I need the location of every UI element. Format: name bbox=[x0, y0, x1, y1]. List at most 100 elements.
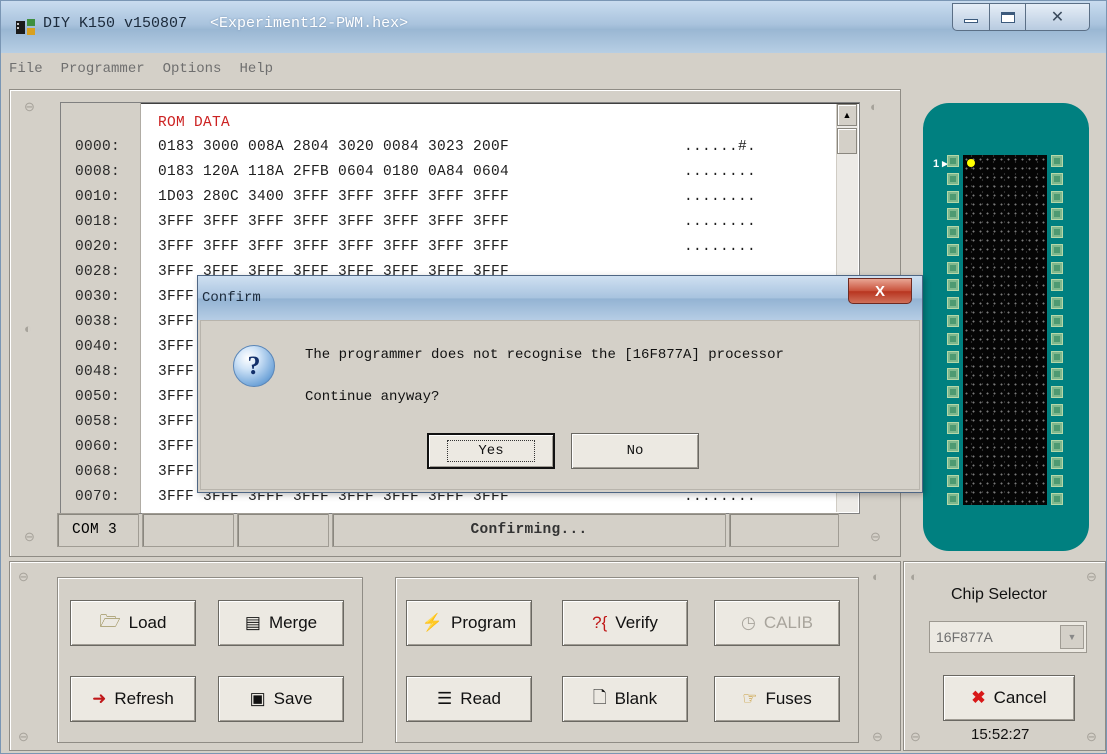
chip-pin bbox=[1051, 315, 1063, 328]
pin-icon: ◐ bbox=[24, 321, 32, 336]
chip-pin bbox=[1051, 243, 1063, 256]
fuses-button[interactable]: ☞ Fuses bbox=[714, 676, 840, 722]
window-title: DIY K150 v150807 <Experiment12-PWM.hex> bbox=[43, 15, 408, 32]
pin-icon: ⊖ bbox=[1086, 569, 1097, 584]
menu-bar: File Programmer Options Help bbox=[1, 53, 1106, 85]
pin1-number: 1 bbox=[933, 158, 940, 170]
dialog-title-bar[interactable]: Confirm X bbox=[198, 276, 922, 320]
address-label: 0058: bbox=[75, 414, 121, 430]
port-label: COM 3 bbox=[72, 522, 118, 538]
chip-pin bbox=[947, 332, 959, 345]
blank-button[interactable]: 🗋 Blank bbox=[562, 676, 688, 722]
chip-body bbox=[963, 155, 1047, 505]
refresh-button[interactable]: ➜ Refresh bbox=[70, 676, 196, 722]
hex-row: 3FFF bbox=[158, 289, 195, 305]
minimize-button[interactable] bbox=[952, 3, 990, 31]
chip-pin bbox=[947, 386, 959, 399]
pin-icon: ⊖ bbox=[910, 729, 921, 744]
cancel-button[interactable]: ✖ Cancel bbox=[943, 675, 1075, 721]
maximize-icon bbox=[1000, 11, 1015, 23]
pin-icon: ⊖ bbox=[872, 729, 883, 744]
pin-icon: ◐ bbox=[910, 569, 918, 584]
program-label: Program bbox=[450, 613, 517, 632]
no-button[interactable]: No bbox=[571, 433, 699, 469]
status-bar: COM 3 Confirming... bbox=[57, 513, 857, 549]
menu-help[interactable]: Help bbox=[239, 61, 273, 77]
programmer-button-group: ⚡ Program ?{ Verify ◷ CALIB ☰ Read 🗋 Blank ☞ F… bbox=[395, 577, 859, 743]
address-label: 0068: bbox=[75, 464, 121, 480]
hex-row: 0183 120A 118A 2FFB 0604 0180 0A84 0604 bbox=[158, 164, 510, 180]
program-button[interactable]: ⚡ Program bbox=[406, 600, 532, 646]
chip-selector-label: Chip Selector bbox=[951, 586, 1048, 603]
chip-pin bbox=[1051, 208, 1063, 221]
dialog-close-button[interactable]: X bbox=[848, 278, 912, 304]
merge-icon: ▤ bbox=[244, 613, 261, 632]
chip-pin bbox=[947, 172, 959, 185]
refresh-label: Refresh bbox=[114, 689, 174, 708]
chip-selector-value: 16F877A bbox=[936, 629, 993, 645]
chip-pin bbox=[947, 368, 959, 381]
merge-label: Merge bbox=[268, 613, 318, 632]
pin-icon: ⊖ bbox=[24, 529, 35, 544]
pin-icon: ⊖ bbox=[18, 569, 29, 584]
pin1-label: 1 ▸ bbox=[933, 158, 948, 170]
ascii-row: ........ bbox=[684, 189, 757, 205]
dropdown-button[interactable]: ▼ bbox=[1060, 625, 1084, 649]
maximize-button[interactable] bbox=[990, 3, 1026, 31]
menu-programmer[interactable]: Programmer bbox=[61, 61, 145, 77]
chip-pin bbox=[947, 208, 959, 221]
read-icon: ☰ bbox=[437, 689, 453, 708]
scroll-thumb[interactable] bbox=[837, 128, 857, 154]
chip-pin bbox=[947, 421, 959, 434]
status-cell bbox=[237, 513, 329, 547]
app-title: DIY K150 v150807 bbox=[43, 15, 188, 32]
address-label: 0030: bbox=[75, 289, 121, 305]
question-icon: ? bbox=[233, 345, 275, 387]
hex-row: 3FFF bbox=[158, 339, 195, 355]
verify-button[interactable]: ?{ Verify bbox=[562, 600, 688, 646]
address-label: 0060: bbox=[75, 439, 121, 455]
yes-button[interactable]: Yes bbox=[427, 433, 555, 469]
load-button[interactable]: 🗁 Load bbox=[70, 600, 196, 646]
chip-pin bbox=[1051, 332, 1063, 345]
hex-row: 3FFF bbox=[158, 389, 195, 405]
chip-pin bbox=[947, 350, 959, 363]
fuses-icon: ☞ bbox=[742, 689, 758, 708]
chip-view-panel: 1 ▸ bbox=[903, 89, 1106, 557]
address-label: 0070: bbox=[75, 489, 121, 505]
question-glyph: ? bbox=[247, 351, 261, 380]
ascii-row: ........ bbox=[684, 239, 757, 255]
hex-row: 3FFF 3FFF 3FFF 3FFF 3FFF 3FFF 3FFF 3FFF bbox=[158, 239, 510, 255]
address-label: 0028: bbox=[75, 264, 121, 280]
chip-pin bbox=[1051, 457, 1063, 470]
address-label: 0048: bbox=[75, 364, 121, 380]
app-icon bbox=[16, 19, 35, 35]
chip-pin bbox=[947, 190, 959, 203]
chip-socket-board: 1 ▸ bbox=[923, 103, 1089, 551]
menu-options[interactable]: Options bbox=[163, 61, 222, 77]
hex-row: 3FFF bbox=[158, 439, 195, 455]
close-button[interactable]: ✕ bbox=[1026, 3, 1090, 31]
read-button[interactable]: ☰ Read bbox=[406, 676, 532, 722]
verify-icon: ?{ bbox=[592, 613, 608, 632]
cancel-x-icon: ✖ bbox=[971, 688, 986, 707]
chip-pin bbox=[1051, 279, 1063, 292]
address-label: 0040: bbox=[75, 339, 121, 355]
chip-pin bbox=[1051, 421, 1063, 434]
address-label: 0038: bbox=[75, 314, 121, 330]
chip-selector-dropdown[interactable]: 16F877A ▼ bbox=[929, 621, 1087, 653]
scroll-up-button[interactable]: ▲ bbox=[837, 104, 857, 126]
save-button[interactable]: ▣ Save bbox=[218, 676, 344, 722]
verify-label: Verify bbox=[615, 613, 658, 632]
menu-file[interactable]: File bbox=[9, 61, 43, 77]
title-bar[interactable]: DIY K150 v150807 <Experiment12-PWM.hex> … bbox=[1, 1, 1106, 53]
read-label: Read bbox=[460, 689, 501, 708]
load-label: Load bbox=[128, 613, 167, 632]
merge-button[interactable]: ▤ Merge bbox=[218, 600, 344, 646]
calib-button[interactable]: ◷ CALIB bbox=[714, 600, 840, 646]
status-cell bbox=[142, 513, 234, 547]
hex-row: 1D03 280C 3400 3FFF 3FFF 3FFF 3FFF 3FFF bbox=[158, 189, 510, 205]
chip-pin bbox=[1051, 155, 1063, 167]
chip-pin bbox=[1051, 190, 1063, 203]
status-progress bbox=[729, 513, 839, 547]
